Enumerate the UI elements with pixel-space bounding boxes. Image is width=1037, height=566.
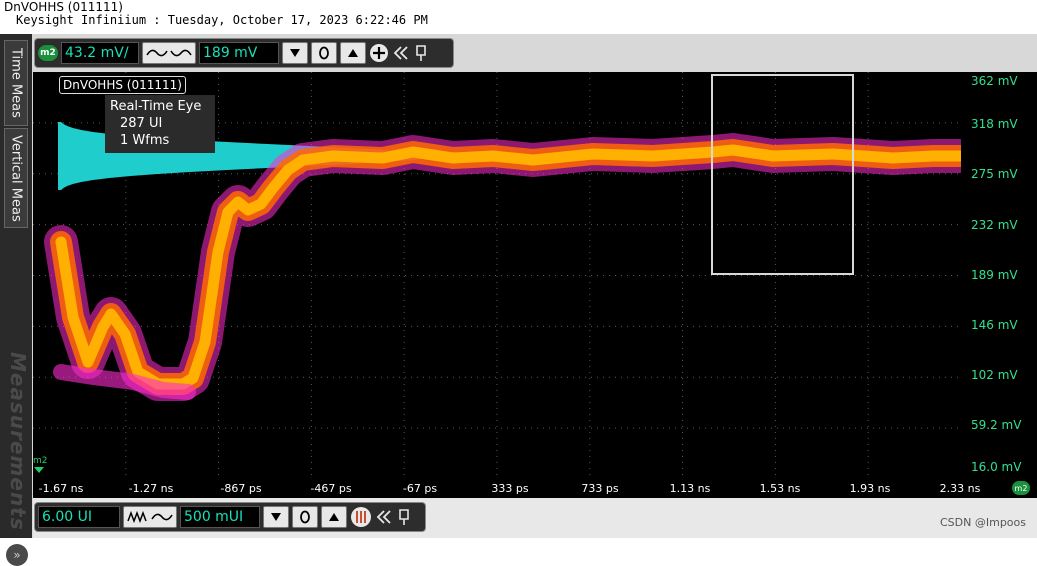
x-tick-label: 733 ps xyxy=(581,482,619,495)
arrow-up-icon xyxy=(329,513,339,521)
y-tick-label: 232 mV xyxy=(971,218,1018,232)
pin-icon[interactable] xyxy=(413,44,429,62)
double-chevron-icon: » xyxy=(13,548,21,562)
x-tick-label: 1.53 ns xyxy=(759,482,801,495)
horizontal-scale-control: 6.00 UI 500 mUI xyxy=(34,502,426,532)
expand-panel-button[interactable]: » xyxy=(6,544,28,566)
collapse-left-icon[interactable] xyxy=(392,44,410,62)
scope-status-line: Keysight Infiniium : Tuesday, October 17… xyxy=(16,13,428,27)
horizontal-position-field[interactable]: 500 mUI xyxy=(180,506,260,528)
x-tick-label: -67 ps xyxy=(402,482,438,495)
marker-m2-label: m2 xyxy=(33,456,48,466)
eye-mode: Real-Time Eye xyxy=(110,99,202,114)
vertical-scale-waveform-buttons[interactable] xyxy=(142,42,196,64)
vertical-scale-control: m2 43.2 mV/ 189 mV xyxy=(34,38,454,68)
arrow-down-icon xyxy=(290,49,300,57)
x-tick-label: 333 ps xyxy=(491,482,529,495)
x-tick-label: -1.27 ns xyxy=(128,482,174,495)
y-tick-label: 275 mV xyxy=(971,167,1018,181)
x-tick-label: 2.33 ns xyxy=(939,482,981,495)
eye-mask-region[interactable] xyxy=(711,74,854,275)
waveform-label: DnVOHHS (011111) xyxy=(59,76,186,94)
collapse-left-icon[interactable] xyxy=(375,508,393,526)
y-tick-label: 16.0 mV xyxy=(971,460,1022,474)
offset-zero-button[interactable] xyxy=(311,42,337,64)
y-tick-label: 362 mV xyxy=(971,74,1018,88)
x-tick-label: 1.13 ns xyxy=(669,482,711,495)
zero-icon xyxy=(300,510,310,524)
marker-m2-badge[interactable]: m2 xyxy=(1012,481,1030,495)
x-tick-label: -867 ps xyxy=(220,482,262,495)
marker-m2[interactable]: m2 xyxy=(33,456,48,477)
x-tick-label: 1.93 ns xyxy=(849,482,891,495)
y-tick-label: 318 mV xyxy=(971,117,1018,131)
measurements-panel-label: Measurements xyxy=(6,352,30,531)
offset-down-button[interactable] xyxy=(282,42,308,64)
watermark: CSDN @Impoos xyxy=(940,516,1026,529)
pin-icon[interactable] xyxy=(396,508,412,526)
position-up-button[interactable] xyxy=(321,506,347,528)
zoom-circle-icon[interactable] xyxy=(350,506,372,528)
sine-icon xyxy=(146,49,168,57)
sine-icon xyxy=(151,513,173,521)
y-axis: 362 mV 318 mV 275 mV 232 mV 189 mV 146 m… xyxy=(961,72,1037,479)
x-tick-label: -1.67 ns xyxy=(38,482,84,495)
y-tick-label: 59.2 mV xyxy=(971,418,1022,432)
horizontal-scale-waveform-buttons[interactable] xyxy=(123,506,177,528)
eye-info-box: Real-Time Eye 287 UI 1 Wfms xyxy=(105,95,215,153)
x-tick-label: -467 ps xyxy=(310,482,352,495)
tab-vertical-meas[interactable]: Vertical Meas xyxy=(4,128,28,228)
eye-wfm-count: 1 Wfms xyxy=(120,133,170,148)
x-axis: -1.67 ns -1.27 ns -867 ps -467 ps -67 ps… xyxy=(33,479,1037,498)
sine-inverse-icon xyxy=(170,49,192,57)
eye-ui-count: 287 UI xyxy=(120,116,163,131)
channel-badge: m2 xyxy=(38,45,58,61)
tab-time-meas[interactable]: Time Meas xyxy=(4,40,28,126)
sidebar: Time Meas Vertical Meas Measurements » xyxy=(0,34,32,566)
square-wave-icon xyxy=(127,510,147,524)
y-tick-label: 146 mV xyxy=(971,318,1018,332)
horizontal-scale-field[interactable]: 6.00 UI xyxy=(38,506,120,528)
position-zero-button[interactable] xyxy=(292,506,318,528)
position-down-button[interactable] xyxy=(263,506,289,528)
tab-time-meas-label: Time Meas xyxy=(8,48,24,118)
y-tick-label: 189 mV xyxy=(971,268,1018,282)
add-circle-icon[interactable] xyxy=(369,43,389,63)
vertical-scale-field[interactable]: 43.2 mV/ xyxy=(61,42,139,64)
window-title: DnVOHHS (011111) xyxy=(4,0,123,14)
offset-up-button[interactable] xyxy=(340,42,366,64)
vertical-offset-field[interactable]: 189 mV xyxy=(199,42,279,64)
marker-arrow-icon xyxy=(34,467,44,473)
tab-vertical-meas-label: Vertical Meas xyxy=(8,134,24,222)
arrow-up-icon xyxy=(348,49,358,57)
arrow-down-icon xyxy=(271,513,281,521)
y-tick-label: 102 mV xyxy=(971,368,1018,382)
zero-icon xyxy=(319,46,329,60)
